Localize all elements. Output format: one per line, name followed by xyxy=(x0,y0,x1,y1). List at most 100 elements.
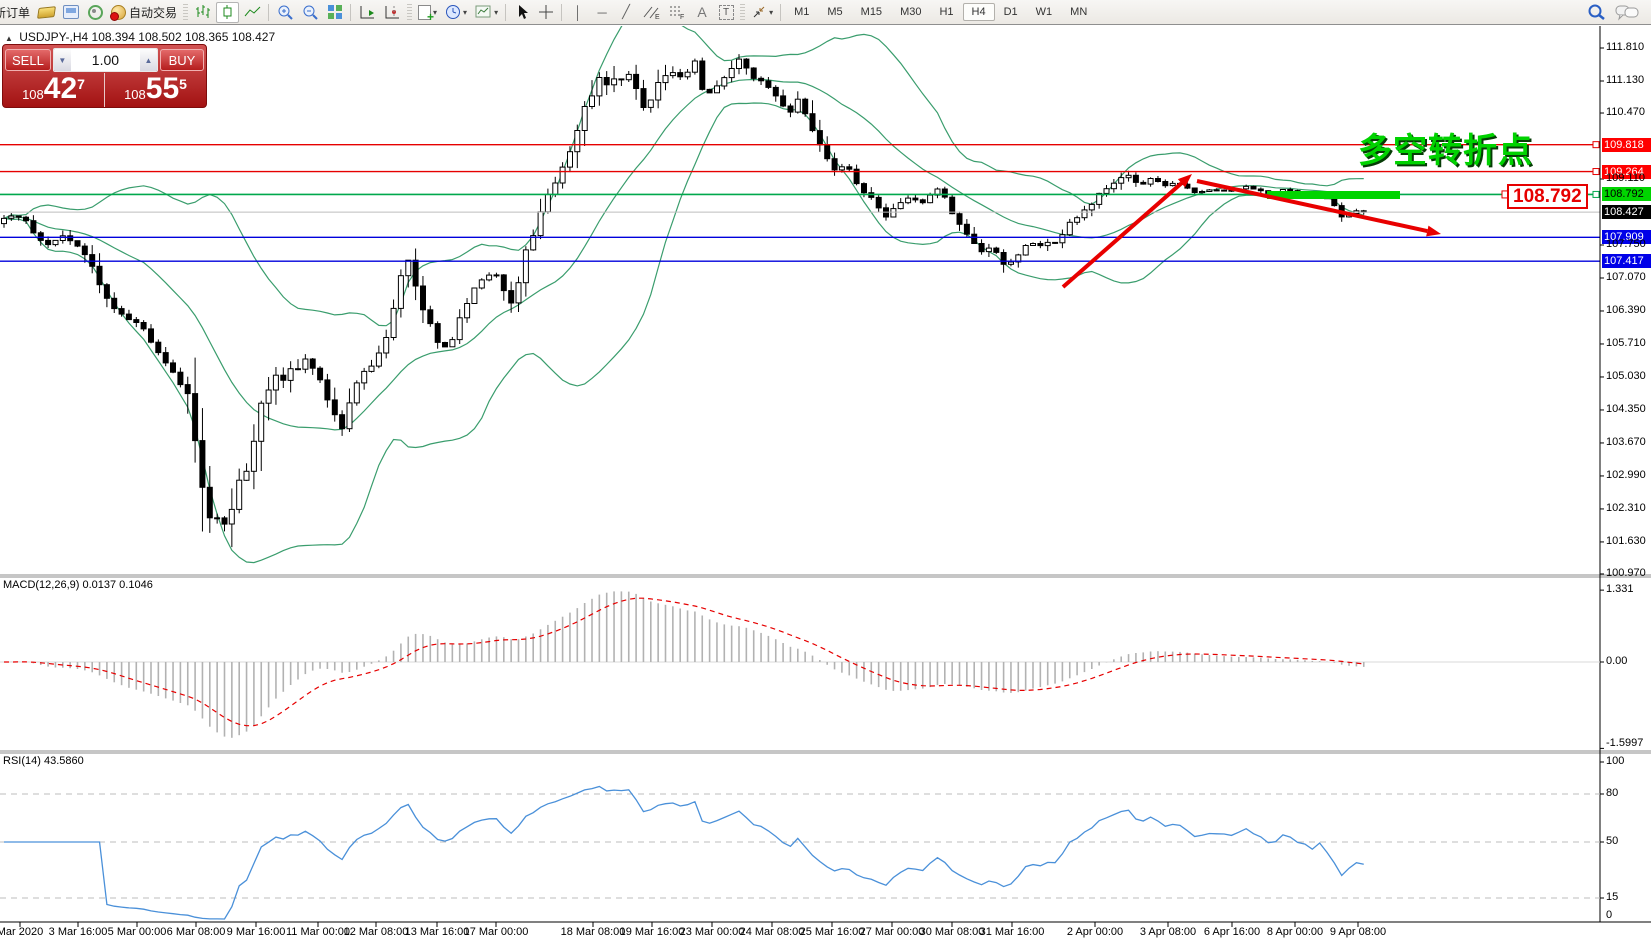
clock-icon xyxy=(445,4,461,20)
line-chart-icon xyxy=(244,4,261,20)
text-tool[interactable]: A xyxy=(691,2,713,23)
auto-trading-label: 自动交易 xyxy=(129,4,177,21)
sell-price-prefix: 108 xyxy=(22,87,44,102)
signal-icon[interactable] xyxy=(84,2,106,23)
ohlc-open: 108.394 xyxy=(92,30,135,44)
ohlc-low: 108.365 xyxy=(185,30,228,44)
toolbar-separator xyxy=(268,4,270,21)
timeframe-button-H1[interactable]: H1 xyxy=(930,3,962,21)
mt4-window: 新订单 自动交易 xyxy=(0,0,1651,945)
toolbar-grip xyxy=(740,4,745,20)
toolbar-separator xyxy=(350,4,352,21)
timeframe-button-M30[interactable]: M30 xyxy=(891,3,930,21)
equidistant-channel-icon: E xyxy=(642,4,660,20)
crosshair-icon xyxy=(538,4,554,20)
candlestick-mode-button[interactable] xyxy=(216,2,239,23)
volume-stepper: ▼ ▲ xyxy=(53,48,158,72)
line-chart-mode-button[interactable] xyxy=(241,2,264,23)
search-icon xyxy=(1587,3,1607,21)
chevron-down-icon: ▾ xyxy=(463,8,467,17)
vline-icon: │ xyxy=(574,5,582,20)
timeframe-button-D1[interactable]: D1 xyxy=(995,3,1027,21)
buy-price-prefix: 108 xyxy=(124,87,146,102)
chat-icon xyxy=(1615,3,1641,21)
tile-windows-button[interactable] xyxy=(324,2,346,23)
auto-scroll-button[interactable] xyxy=(356,2,379,23)
timeframe-button-W1[interactable]: W1 xyxy=(1027,3,1062,21)
zoom-out-icon xyxy=(302,4,319,20)
cursor-tool-button[interactable] xyxy=(511,2,533,23)
toolbar: 新订单 自动交易 xyxy=(0,0,1651,25)
buy-price-big: 55 xyxy=(146,73,179,105)
rsi-plot xyxy=(4,787,1364,920)
zoom-out-button[interactable] xyxy=(299,2,322,23)
trendline-tool[interactable]: ╱ xyxy=(615,2,637,23)
fibonacci-icon: F xyxy=(668,4,686,20)
price-callout-label[interactable]: 108.792 xyxy=(1507,184,1588,209)
highlight-bar[interactable] xyxy=(1267,191,1400,199)
volume-increase-button[interactable]: ▲ xyxy=(140,49,157,71)
trade-panel-top-row: SELL ▼ ▲ BUY xyxy=(3,45,206,73)
svg-text:E: E xyxy=(655,14,660,20)
cursor-icon xyxy=(515,4,529,20)
add-indicator-icon xyxy=(418,5,431,20)
chart-title: ▲ USDJPY-,H4 108.394 108.502 108.365 108… xyxy=(5,30,275,44)
toolbar-separator xyxy=(505,4,507,21)
sell-price-big: 42 xyxy=(44,73,77,105)
periods-button[interactable]: ▾ xyxy=(442,2,470,23)
timeframe-button-MN[interactable]: MN xyxy=(1061,3,1096,21)
symbol-period: USDJPY-,H4 xyxy=(19,30,88,44)
ohlc-high: 108.502 xyxy=(138,30,181,44)
turning-point-annotation[interactable]: 多空转折点 xyxy=(1358,123,1533,172)
search-button[interactable] xyxy=(1584,2,1610,23)
crosshair-tool-button[interactable] xyxy=(535,2,557,23)
timeframe-button-M1[interactable]: M1 xyxy=(785,3,818,21)
arrows-tool-button[interactable]: ▾ xyxy=(748,2,776,23)
chevron-down-icon: ▾ xyxy=(494,8,498,17)
fibonacci-tool[interactable]: F xyxy=(665,2,689,23)
zoom-in-button[interactable] xyxy=(274,2,297,23)
chart-shift-button[interactable] xyxy=(381,2,404,23)
arrows-icon xyxy=(751,4,767,20)
timeframe-button-M5[interactable]: M5 xyxy=(818,3,851,21)
symbol-marker-icon: ▲ xyxy=(5,34,13,43)
new-order-label: 新订单 xyxy=(0,4,30,21)
timeframe-button-H4[interactable]: H4 xyxy=(963,3,995,21)
new-order-button[interactable]: 新订单 xyxy=(0,2,33,23)
templates-button[interactable]: ▾ xyxy=(472,2,501,23)
channel-tool[interactable]: E xyxy=(639,2,663,23)
auto-trading-button[interactable]: 自动交易 xyxy=(108,2,180,23)
chat-button[interactable] xyxy=(1612,2,1644,23)
toolbar-separator xyxy=(561,4,563,21)
horizontal-line-tool[interactable]: ─ xyxy=(591,2,613,23)
buy-price-pip: 5 xyxy=(179,76,187,92)
toolbar-grip xyxy=(183,4,188,20)
volume-input[interactable] xyxy=(71,49,140,71)
tile-windows-icon xyxy=(327,4,343,20)
terminal-icon[interactable] xyxy=(60,2,82,23)
template-icon xyxy=(475,4,492,20)
vertical-line-tool[interactable]: │ xyxy=(567,2,589,23)
bar-chart-mode-button[interactable] xyxy=(191,2,214,23)
bollinger-bands xyxy=(4,5,1364,562)
text-label-tool[interactable]: T xyxy=(715,2,737,23)
chart-shift-icon xyxy=(384,4,401,20)
buy-button[interactable]: BUY xyxy=(160,49,204,71)
timeframe-group: M1M5M15M30H1H4D1W1MN xyxy=(785,3,1096,21)
gold-icon[interactable] xyxy=(35,2,58,23)
volume-decrease-button[interactable]: ▼ xyxy=(54,49,71,71)
timeframe-button-M15[interactable]: M15 xyxy=(852,3,891,21)
zoom-in-icon xyxy=(277,4,294,20)
buy-price[interactable]: 108 55 5 xyxy=(105,73,206,107)
trade-panel-prices: 108 42 7 108 55 5 xyxy=(3,73,206,107)
auto-trading-icon xyxy=(111,5,126,20)
sell-price[interactable]: 108 42 7 xyxy=(3,73,105,107)
hline-icon: ─ xyxy=(597,5,606,20)
indicators-button[interactable]: ▾ xyxy=(415,2,440,23)
sell-button[interactable]: SELL xyxy=(5,49,51,71)
trendline-icon: ╱ xyxy=(622,4,630,20)
ohlc-close: 108.427 xyxy=(232,30,275,44)
computer-icon xyxy=(63,5,79,19)
chevron-down-icon: ▾ xyxy=(769,8,773,17)
sell-price-pip: 7 xyxy=(77,76,85,92)
